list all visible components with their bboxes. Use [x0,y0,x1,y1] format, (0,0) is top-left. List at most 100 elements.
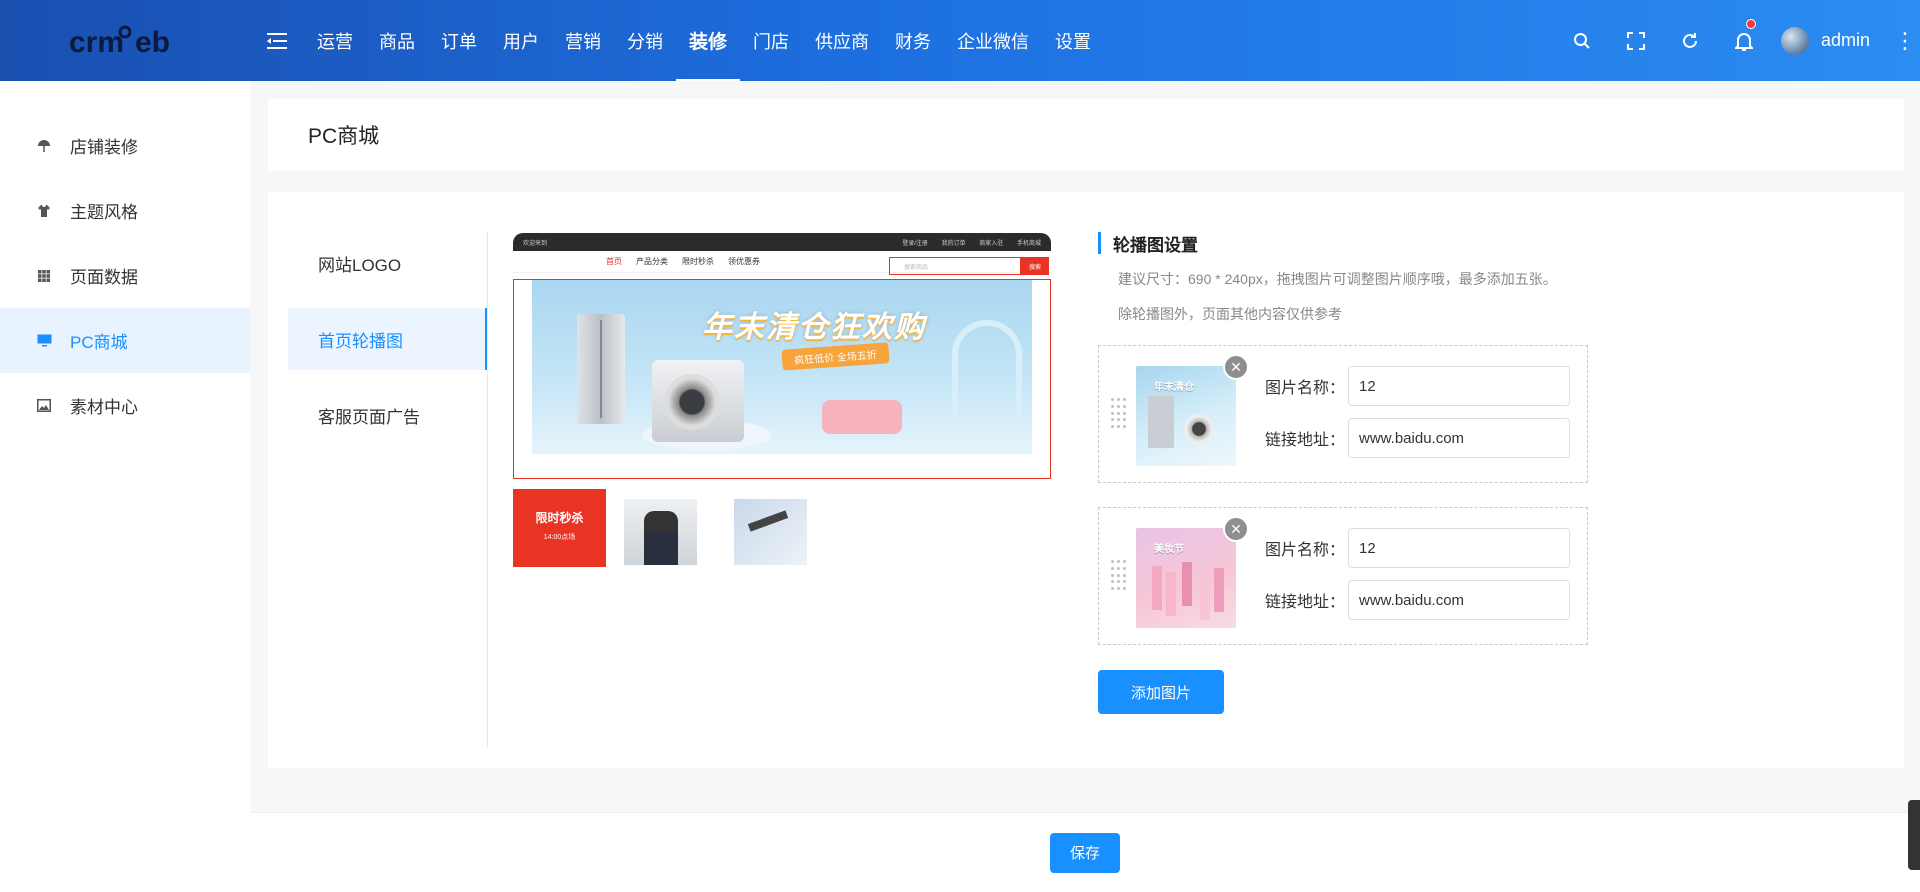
menu-collapse-icon[interactable] [250,32,304,49]
carousel-thumbnail[interactable]: 年末清仓 [1136,366,1236,466]
link-label: 链接地址： [1265,432,1346,449]
pc-preview: 欢迎来到 登录/注册 我的订单 商家入驻 手机商城 首页 产品分类 限时秒杀 领… [513,233,1051,588]
nav-item-wecom[interactable]: 企业微信 [944,0,1042,81]
fullscreen-icon[interactable] [1609,0,1663,81]
banner-headline: 年末清仓狂欢购 [702,310,926,345]
flash-sale-title: 限时秒杀 [535,511,584,525]
drag-handle-icon[interactable] [1111,398,1126,430]
thumbnail-text: 年末清仓 [1154,382,1194,393]
footer-bar: 保存 [250,812,1920,892]
preview-search-button: 搜索 [1021,257,1049,275]
delete-icon[interactable]: ✕ [1223,516,1249,542]
banner-washer [652,360,744,442]
user-menu[interactable]: admin [1771,0,1890,81]
shirt-icon [36,203,52,219]
sidebar-item-label: 素材中心 [70,398,138,417]
banner-ribbon: 疯狂低价 全场五折 [781,342,890,371]
banner-decor [952,320,1022,430]
thumbnail-text: 美妆节 [1154,544,1184,555]
nav-item-products[interactable]: 商品 [366,0,428,81]
preview-product-image [734,499,807,565]
more-vertical-icon[interactable]: ⋮ [1890,28,1920,54]
subnav-item-carousel[interactable]: 首页轮播图 [288,308,487,370]
subnav-item-logo[interactable]: 网站LOGO [288,232,487,294]
link-field: 链接地址： www.baidu.com [1265,418,1570,458]
page-title: PC商城 [308,125,380,148]
brand-logo[interactable]: crm eb [0,0,250,81]
sidebar-item-materials[interactable]: 素材中心 [0,373,250,438]
banner-pink-object [822,400,902,434]
sidebar-item-pc-mall[interactable]: PC商城 [0,308,250,373]
preview-link: 我的订单 [941,240,966,247]
sidebar: 店铺装修 主题风格 页面数据 PC商城 素材中心 [0,81,250,892]
settings-note: 除轮播图外，页面其他内容仅供参考 [1118,306,1342,322]
floating-widget[interactable] [1908,800,1920,870]
carousel-item[interactable]: 美妆节 ✕ 图片名称： 12 链接地址： www.baidu.com [1098,507,1588,645]
carousel-thumbnail[interactable]: 美妆节 [1136,528,1236,628]
nav-item-stores[interactable]: 门店 [740,0,802,81]
notification-dot [1745,19,1756,29]
sidebar-item-label: 页面数据 [70,268,138,287]
link-input[interactable]: www.baidu.com [1348,418,1570,458]
image-name-label: 图片名称： [1265,542,1346,559]
preview-product-image [624,499,697,565]
preview-promo-row: 限时秒杀 14:00点场 [513,489,1051,567]
header-tools: admin ⋮ [1555,0,1920,81]
preview-link: 商家入驻 [979,240,1004,247]
nav-item-suppliers[interactable]: 供应商 [802,0,882,81]
nav-item-operations[interactable]: 运营 [304,0,366,81]
nav-item-settings[interactable]: 设置 [1042,0,1104,81]
preview-link: 手机商城 [1016,240,1041,247]
link-input[interactable]: www.baidu.com [1348,580,1570,620]
nav-item-marketing[interactable]: 营销 [552,0,614,81]
preview-top-links: 登录/注册 我的订单 商家入驻 手机商城 [890,238,1041,247]
nav-item-users[interactable]: 用户 [490,0,552,81]
sidebar-item-page-data[interactable]: 页面数据 [0,243,250,308]
search-icon[interactable] [1555,0,1609,81]
image-name-input[interactable]: 12 [1348,366,1570,406]
svg-text:eb: eb [135,26,170,58]
subnav-item-service-ad[interactable]: 客服页面广告 [288,384,487,446]
grid-icon [36,268,52,284]
link-label: 链接地址： [1265,594,1346,611]
flash-sale-time: 14:00点场 [543,534,576,541]
link-field: 链接地址： www.baidu.com [1265,580,1570,620]
delete-icon[interactable]: ✕ [1223,354,1249,380]
save-button[interactable]: 保存 [1050,832,1120,873]
preview-link: 登录/注册 [902,240,928,247]
preview-nav: 首页 产品分类 限时秒杀 领优惠券 搜索商品 搜索 [513,251,1051,275]
carousel-settings: 轮播图设置 建议尺寸：690 * 240px，拖拽图片可调整图片顺序哦，最多添加… [1098,232,1598,714]
image-name-input[interactable]: 12 [1348,528,1570,568]
add-image-button[interactable]: 添加图片 [1098,670,1224,714]
sidebar-item-theme[interactable]: 主题风格 [0,178,250,243]
bell-icon[interactable] [1717,0,1771,81]
refresh-icon[interactable] [1663,0,1717,81]
sub-nav: 网站LOGO 首页轮播图 客服页面广告 [288,232,488,747]
image-name-field: 图片名称： 12 [1265,366,1570,406]
sidebar-item-label: 主题风格 [70,203,138,222]
svg-text:crm: crm [69,26,124,58]
nav-item-finance[interactable]: 财务 [882,0,944,81]
sidebar-item-store-decoration[interactable]: 店铺装修 [0,113,250,178]
banner-fridge [577,314,625,424]
carousel-item[interactable]: 年末清仓 ✕ 图片名称： 12 链接地址： www.baidu.com [1098,345,1588,483]
preview-carousel-frame[interactable]: 年末清仓狂欢购 疯狂低价 全场五折 [513,279,1051,479]
nav-item-decoration[interactable]: 装修 [676,0,741,81]
image-name-field: 图片名称： 12 [1265,528,1570,568]
preview-flash-sale: 限时秒杀 14:00点场 [513,489,606,567]
settings-title: 轮播图设置 [1098,232,1598,255]
sidebar-item-label: 店铺装修 [70,138,138,157]
nav-item-distribution[interactable]: 分销 [614,0,676,81]
sidebar-item-label: PC商城 [70,333,128,352]
preview-search-box: 搜索商品 [889,257,1021,275]
settings-tip: 建议尺寸：690 * 240px，拖拽图片可调整图片顺序哦，最多添加五张。 [1118,271,1557,287]
preview-menu-item: 领优惠券 [728,257,760,266]
image-name-label: 图片名称： [1265,380,1346,397]
preview-menu-item: 产品分类 [636,257,668,266]
avatar [1780,26,1809,55]
nav-item-orders[interactable]: 订单 [428,0,490,81]
preview-menu-item: 首页 [606,257,622,266]
preview-search: 搜索商品 搜索 [889,257,1049,275]
preview-topbar: 欢迎来到 登录/注册 我的订单 商家入驻 手机商城 [513,233,1051,251]
drag-handle-icon[interactable] [1111,560,1126,592]
